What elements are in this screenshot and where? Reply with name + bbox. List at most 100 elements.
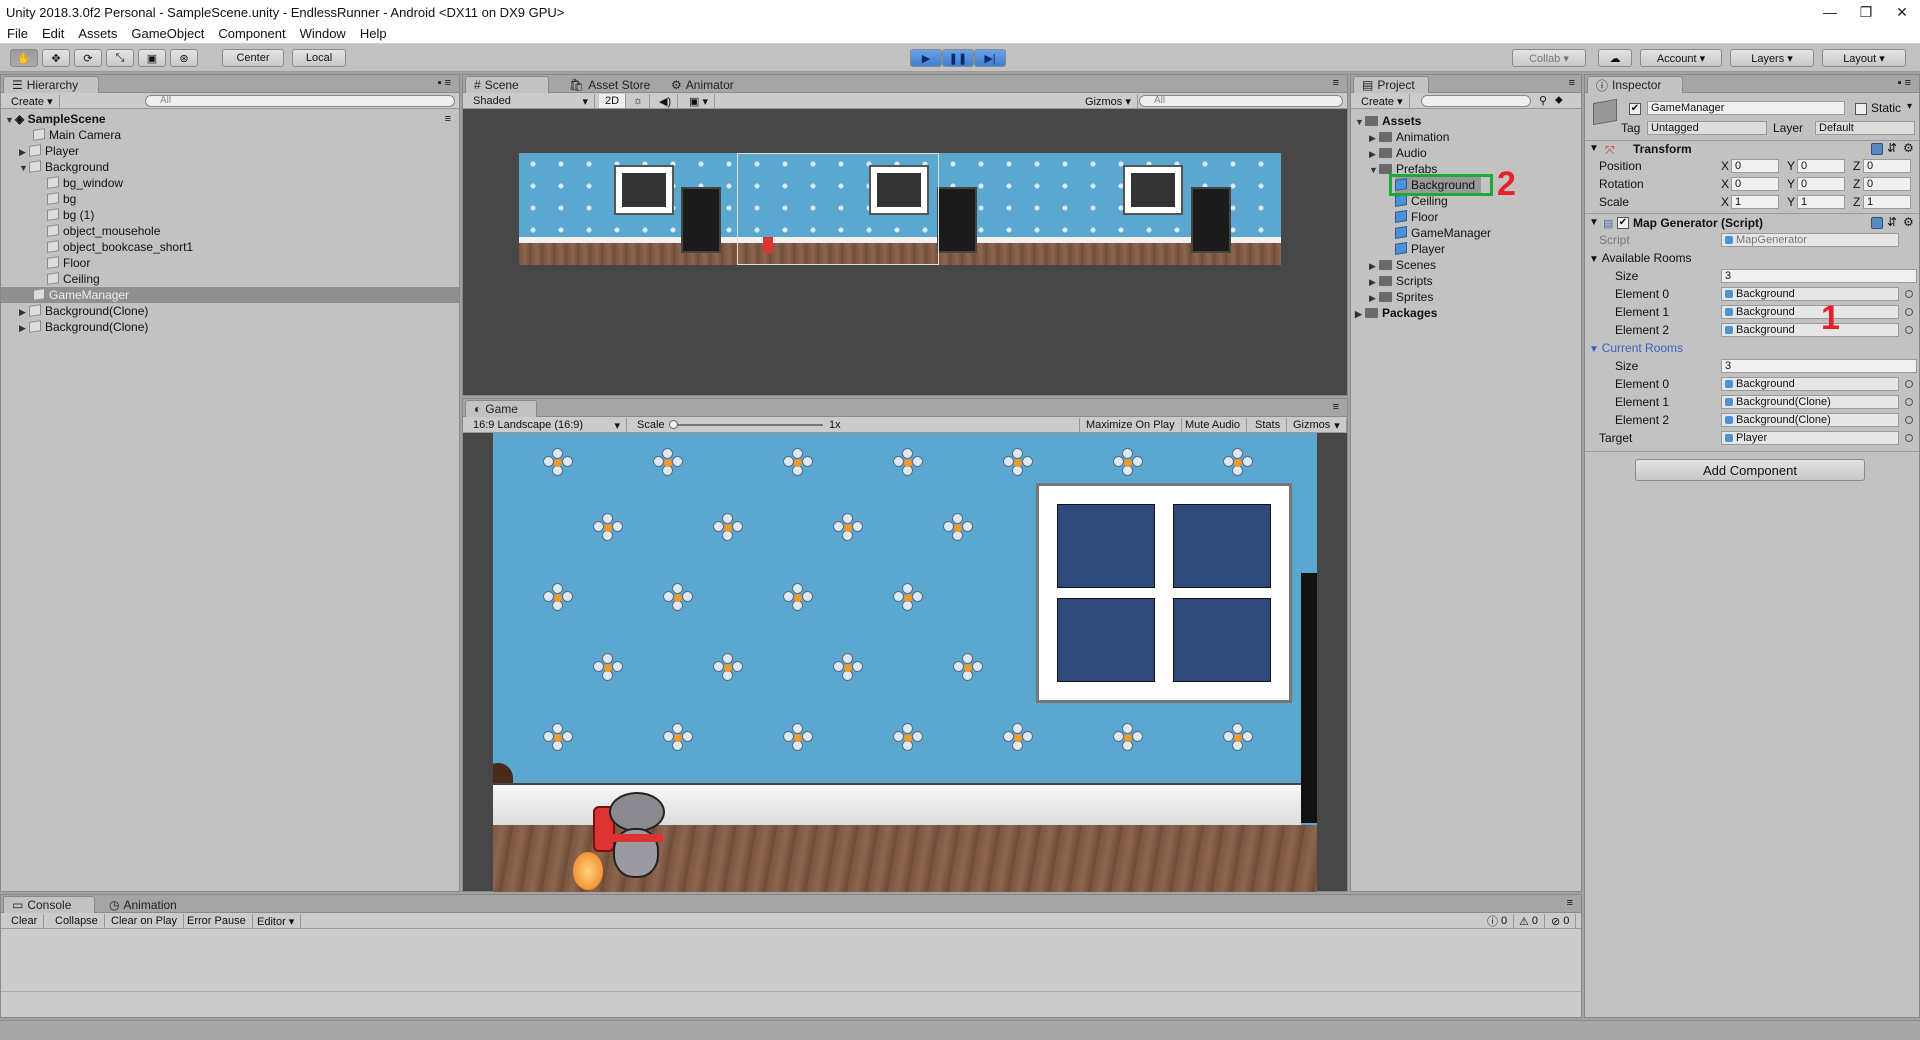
panel-menu-icon[interactable]: ≡ bbox=[1569, 77, 1575, 89]
list-item[interactable]: bg (1) bbox=[47, 207, 94, 223]
tab-animator[interactable]: ⚙ Animator bbox=[663, 76, 742, 93]
expand-icon[interactable]: ▶ bbox=[1369, 290, 1379, 306]
list-item[interactable]: object_mousehole bbox=[47, 223, 160, 239]
tab-inspector[interactable]: ⓘ Inspector bbox=[1587, 76, 1683, 93]
pivot-center-button[interactable]: Center bbox=[222, 49, 284, 67]
list-item-selected[interactable]: GameManager bbox=[1, 287, 459, 303]
tab-asset-store[interactable]: 🛍 Asset Store bbox=[561, 76, 658, 93]
rotation-y-input[interactable]: 0 bbox=[1797, 177, 1845, 191]
expand-icon[interactable]: ▶ bbox=[1369, 130, 1379, 146]
current-element-field[interactable]: Background(Clone) bbox=[1721, 395, 1899, 409]
filter-label-icon[interactable]: ⬥ bbox=[1555, 94, 1563, 107]
object-picker-icon[interactable] bbox=[1905, 290, 1913, 298]
list-item[interactable]: Ceiling bbox=[47, 271, 100, 287]
scale-y-input[interactable]: 1 bbox=[1797, 195, 1845, 209]
prefab-item[interactable]: Floor bbox=[1395, 209, 1438, 225]
filter-type-icon[interactable]: ⚲ bbox=[1539, 94, 1547, 107]
current-element-field[interactable]: Background bbox=[1721, 377, 1899, 391]
expand-icon[interactable]: ▶ bbox=[19, 320, 29, 336]
menu-assets[interactable]: Assets bbox=[71, 26, 124, 41]
folder-item[interactable]: ▶ Sprites bbox=[1369, 289, 1433, 305]
hand-tool-icon[interactable]: ✋ bbox=[10, 49, 38, 67]
game-render[interactable] bbox=[493, 433, 1317, 892]
clear-on-play-button[interactable]: Clear on Play bbox=[105, 914, 185, 928]
object-picker-icon[interactable] bbox=[1905, 398, 1913, 406]
target-field[interactable]: Player bbox=[1721, 431, 1899, 445]
current-element-field[interactable]: Background(Clone) bbox=[1721, 413, 1899, 427]
expand-icon[interactable]: ▶ bbox=[1369, 258, 1379, 274]
position-x-input[interactable]: 0 bbox=[1731, 159, 1779, 173]
panel-menu-icon[interactable]: ≡ bbox=[1567, 897, 1573, 909]
maximize-on-play-toggle[interactable]: Maximize On Play bbox=[1079, 418, 1182, 432]
stats-toggle[interactable]: Stats bbox=[1249, 418, 1288, 432]
tab-game[interactable]: ◐ Game bbox=[465, 400, 537, 417]
rect-tool-icon[interactable]: ▣ bbox=[138, 49, 166, 67]
info-count-toggle[interactable]: ⓘ 0 bbox=[1481, 914, 1515, 928]
object-picker-icon[interactable] bbox=[1905, 326, 1913, 334]
layers-dropdown[interactable]: Layers ▾ bbox=[1730, 49, 1814, 67]
scale-z-input[interactable]: 1 bbox=[1863, 195, 1911, 209]
error-count-toggle[interactable]: ⊘ 0 bbox=[1545, 914, 1577, 928]
available-element-field[interactable]: Background bbox=[1721, 305, 1899, 319]
menu-help[interactable]: Help bbox=[353, 26, 394, 41]
object-picker-icon[interactable] bbox=[1905, 308, 1913, 316]
step-button[interactable]: ▶| bbox=[974, 49, 1006, 67]
object-name-input[interactable]: GameManager bbox=[1647, 101, 1845, 115]
expand-icon[interactable]: ▼ bbox=[1369, 162, 1379, 178]
prefab-item[interactable]: Player bbox=[1395, 241, 1445, 257]
scene-search-input[interactable]: All bbox=[1139, 95, 1343, 107]
tab-animation[interactable]: ◷ Animation bbox=[101, 896, 185, 913]
list-item[interactable]: bg_window bbox=[47, 175, 123, 191]
play-button[interactable]: ▶ bbox=[910, 49, 942, 67]
minimize-button[interactable]: — bbox=[1812, 4, 1848, 20]
menu-edit[interactable]: Edit bbox=[35, 26, 71, 41]
expand-icon[interactable]: ▼ bbox=[1355, 114, 1365, 130]
warning-count-toggle[interactable]: ⚠ 0 bbox=[1513, 914, 1545, 928]
account-dropdown[interactable]: Account ▾ bbox=[1640, 49, 1722, 67]
scene-menu-icon[interactable]: ≡ bbox=[445, 113, 451, 125]
transform-foldout-icon[interactable]: ▼ bbox=[1589, 143, 1599, 154]
expand-icon[interactable]: ▶ bbox=[1369, 146, 1379, 162]
gear-icon[interactable]: ⚙ bbox=[1903, 141, 1914, 155]
available-element-field[interactable]: Background bbox=[1721, 287, 1899, 301]
scene-root[interactable]: ▼◈ SampleScene bbox=[5, 111, 106, 127]
project-search-input[interactable] bbox=[1421, 95, 1531, 107]
collapse-button[interactable]: Collapse bbox=[49, 914, 105, 928]
expand-icon[interactable]: ▼ bbox=[5, 112, 15, 128]
maximize-button[interactable]: ❐ bbox=[1848, 4, 1884, 21]
current-size-input[interactable]: 3 bbox=[1721, 359, 1917, 373]
collab-button[interactable]: Collab ▾ bbox=[1512, 49, 1586, 67]
list-item[interactable]: ▼ Background bbox=[19, 159, 109, 175]
pivot-local-button[interactable]: Local bbox=[292, 49, 346, 67]
editor-dropdown[interactable]: Editor ▾ bbox=[251, 914, 302, 928]
expand-icon[interactable]: ▼ bbox=[19, 160, 29, 176]
folder-item[interactable]: ▶ Scenes bbox=[1369, 257, 1436, 273]
list-item[interactable]: ▶ Background(Clone) bbox=[19, 319, 148, 335]
folder-item[interactable]: ▶ Audio bbox=[1369, 145, 1427, 161]
list-item[interactable]: bg bbox=[47, 191, 76, 207]
packages-root[interactable]: ▶ Packages bbox=[1355, 305, 1437, 321]
expand-icon[interactable]: ▶ bbox=[19, 144, 29, 160]
static-dropdown-icon[interactable]: ▾ bbox=[1907, 101, 1912, 112]
lighting-icon[interactable]: ☼ bbox=[627, 94, 651, 108]
shading-dropdown[interactable]: Shaded ▾ bbox=[467, 94, 595, 108]
aspect-dropdown[interactable]: 16:9 Landscape (16:9) ▾ bbox=[467, 418, 627, 432]
rotate-tool-icon[interactable]: ⟳ bbox=[74, 49, 102, 67]
object-picker-icon[interactable] bbox=[1905, 380, 1913, 388]
scene-player[interactable] bbox=[763, 237, 773, 253]
menu-gameobject[interactable]: GameObject bbox=[124, 26, 211, 41]
scale-x-input[interactable]: 1 bbox=[1731, 195, 1779, 209]
effects-icon[interactable]: ▣ ▾ bbox=[683, 94, 715, 108]
preset-icon[interactable]: ⇵ bbox=[1887, 141, 1897, 155]
audio-icon[interactable]: ◀) bbox=[653, 94, 679, 108]
move-tool-icon[interactable]: ✥ bbox=[42, 49, 70, 67]
current-rooms-label[interactable]: ▼ Current Rooms bbox=[1589, 341, 1683, 355]
list-item[interactable]: Floor bbox=[47, 255, 90, 271]
list-item[interactable]: ▶ Background(Clone) bbox=[19, 303, 148, 319]
folder-item[interactable]: ▶ Animation bbox=[1369, 129, 1449, 145]
pause-button[interactable]: ❚❚ bbox=[942, 49, 974, 67]
layout-dropdown[interactable]: Layout ▾ bbox=[1822, 49, 1906, 67]
scene-level-preview[interactable] bbox=[519, 153, 1281, 265]
folder-item[interactable]: ▶ Scripts bbox=[1369, 273, 1433, 289]
menu-file[interactable]: File bbox=[0, 26, 35, 41]
